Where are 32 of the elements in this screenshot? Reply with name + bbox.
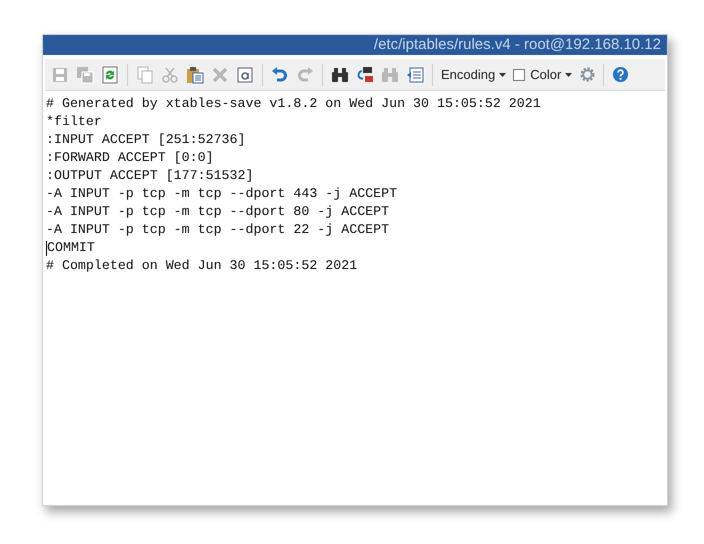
window-title: /etc/iptables/rules.v4 - root@192.168.10.12 — [374, 34, 661, 55]
code-line: # Completed on Wed Jun 30 15:05:52 2021 — [46, 257, 358, 275]
code-line: :INPUT ACCEPT [251:52736] — [46, 131, 246, 149]
code-line: COMMIT — [47, 239, 95, 257]
delete-icon — [211, 66, 229, 84]
undo-icon — [271, 66, 289, 84]
save-all-icon — [76, 66, 94, 84]
caret-icon — [565, 72, 572, 76]
code-line: :OUTPUT ACCEPT [177:51532] — [46, 167, 254, 185]
copy-icon — [136, 66, 154, 84]
scissors-icon — [161, 66, 179, 84]
caret-icon — [499, 72, 506, 76]
settings-icon — [578, 66, 596, 83]
refresh-icon — [101, 66, 119, 84]
redo-icon — [296, 66, 314, 84]
code-line: :FORWARD ACCEPT [0:0] — [46, 149, 214, 167]
list-icon — [406, 66, 424, 84]
help-icon — [612, 66, 629, 83]
encoding-dropdown[interactable]: Encoding — [439, 64, 508, 84]
code-line: -A INPUT -p tcp -m tcp --dport 443 -j ACCEPT — [46, 185, 398, 203]
binoculars-icon — [331, 66, 349, 84]
select-all-icon — [236, 66, 254, 84]
color-checkbox[interactable] — [513, 68, 526, 80]
code-line: # Generated by xtables-save v1.8.2 on Wed Jun 30 15:05:52 2021 — [46, 95, 541, 113]
save-icon — [51, 66, 69, 84]
clipboard-icon — [186, 66, 204, 84]
code-line: -A INPUT -p tcp -m tcp --dport 22 -j ACCEPT — [46, 221, 390, 239]
code-line: *filter — [46, 113, 102, 131]
color-dropdown[interactable]: Color — [528, 64, 574, 84]
code-line: -A INPUT -p tcp -m tcp --dport 80 -j ACCEPT — [46, 203, 390, 221]
replace-icon — [356, 66, 374, 84]
binoculars-icon — [381, 66, 399, 84]
